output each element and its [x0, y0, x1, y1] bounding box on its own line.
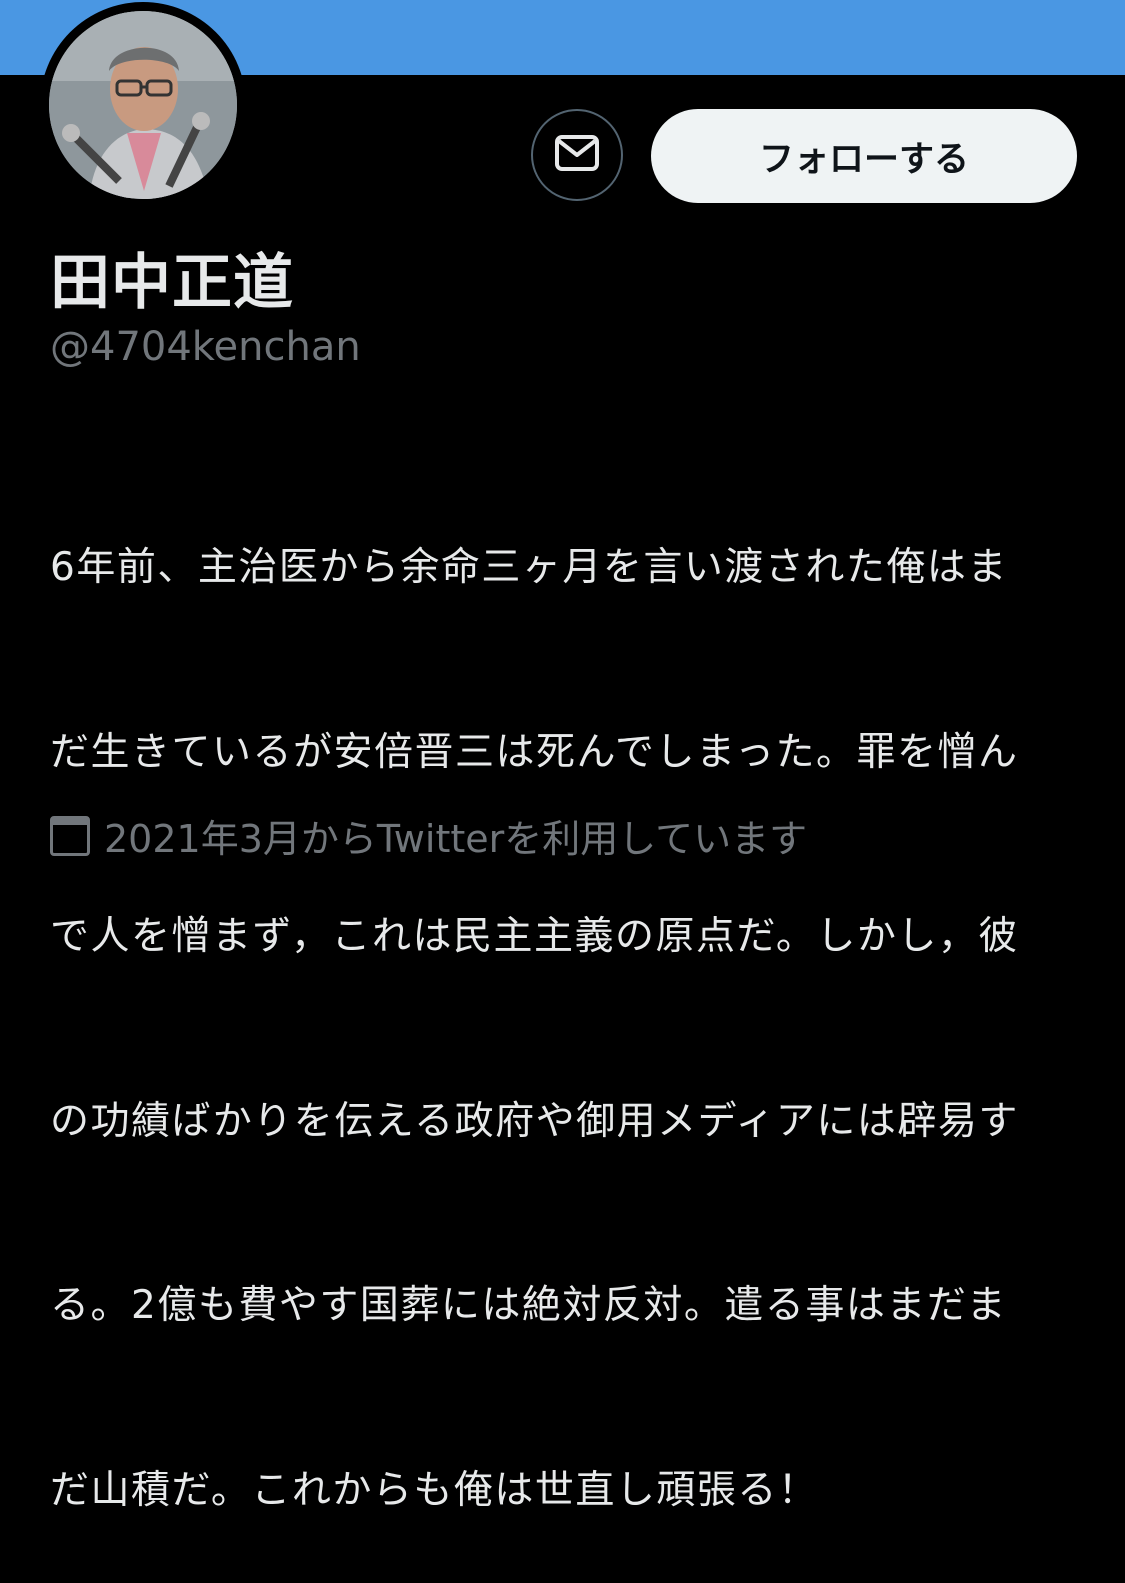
join-date-row: 2021年3月からTwitterを利用しています: [50, 808, 807, 863]
display-name: 田中正道: [50, 248, 294, 318]
bio-line: る。2億も費やす国葬には絶対反対。遣る事はまだま: [50, 1283, 1008, 1328]
join-date-text: 2021年3月からTwitterを利用しています: [104, 817, 808, 861]
user-handle: @4704kenchan: [50, 324, 361, 370]
envelope-icon: [555, 135, 599, 175]
bio-line: で人を憎まず，これは民主主義の原点だ。しかし，彼: [50, 914, 1019, 959]
bio-line: の功績ばかりを伝える政府や御用メディアには辟易す: [50, 1098, 1019, 1144]
bio-line: だ生きているが安倍晋三は死んでしまった。罪を憎ん: [50, 729, 1019, 775]
follow-button-label: フォローする: [758, 139, 969, 180]
profile-bio: 6年前、主治医から余命三ヶ月を言い渡された俺はま だ生きているが安倍晋三は死んで…: [50, 414, 1070, 1583]
avatar[interactable]: [49, 11, 237, 199]
bio-line: だ山積だ。これからも俺は世直し頑張る！: [50, 1467, 819, 1513]
message-button[interactable]: [531, 109, 623, 201]
follow-button[interactable]: フォローする: [651, 109, 1077, 203]
bio-line: 6年前、主治医から余命三ヶ月を言い渡された俺はま: [50, 545, 1008, 590]
